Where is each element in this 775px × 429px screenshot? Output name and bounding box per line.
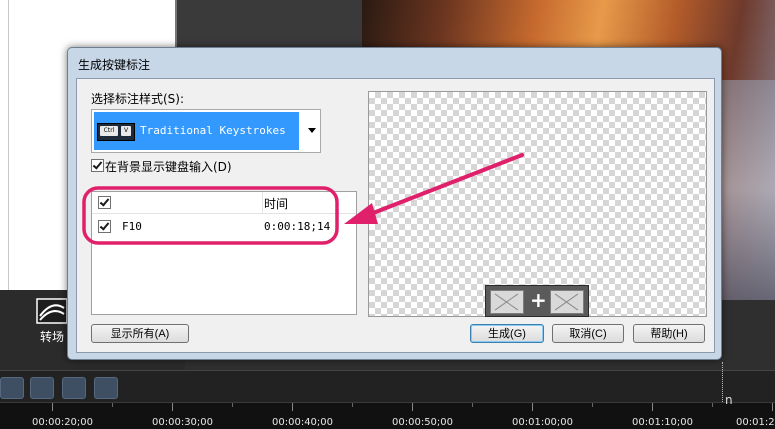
- playhead-guide: [722, 362, 723, 402]
- column-header-key[interactable]: [116, 192, 263, 213]
- callout-style-select[interactable]: Ctrl V Traditional Keystrokes: [91, 109, 321, 153]
- badge-key-v: V: [121, 126, 131, 136]
- show-all-button[interactable]: 显示所有(A): [91, 324, 189, 343]
- ruler-tick: [172, 403, 173, 411]
- timeline-toolbar: [0, 370, 775, 403]
- generate-keystroke-callouts-dialog: 生成按键标注 选择标注样式(S): Ctrl V Traditional Key…: [67, 47, 722, 360]
- ruler-tick-label: 00:01:10;00: [632, 417, 694, 428]
- ruler-tick-label: 00:00:50;00: [392, 417, 454, 428]
- ruler-minor-tick: [472, 403, 473, 407]
- chevron-down-icon[interactable]: [308, 128, 316, 133]
- ruler-tick: [532, 403, 533, 411]
- cancel-button[interactable]: 取消(C): [552, 324, 624, 343]
- cut-icon[interactable]: [0, 377, 24, 399]
- ruler-minor-tick: [352, 403, 353, 407]
- ruler-minor-tick: [712, 403, 713, 407]
- column-header-time[interactable]: 时间: [264, 195, 288, 212]
- timeline-ruler[interactable]: 00:00:20;00 00:00:30;00 00:00:40;00 00:0…: [0, 402, 775, 429]
- selected-style-text: Traditional Keystrokes: [140, 124, 286, 137]
- row-checkbox[interactable]: [98, 220, 111, 233]
- copy-icon[interactable]: [62, 377, 86, 399]
- dialog-body: 选择标注样式(S): Ctrl V Traditional Keystrokes…: [76, 78, 715, 353]
- background-frame: [175, 0, 364, 48]
- row-time: 0:00:18;14: [264, 220, 331, 233]
- ruler-tick-label: 00:01:20: [736, 417, 775, 428]
- generate-button[interactable]: 生成(G): [470, 324, 544, 343]
- keystroke-list[interactable]: 时间 F10 0:00:18;14: [91, 191, 357, 315]
- ruler-tick-label: 00:00:40;00: [272, 417, 334, 428]
- keystroke-callout-sample: +: [485, 285, 589, 317]
- select-all-checkbox[interactable]: [98, 196, 111, 209]
- badge-key-ctrl: Ctrl: [100, 126, 118, 136]
- style-label: 选择标注样式(S):: [91, 92, 185, 106]
- dialog-title: 生成按键标注: [78, 58, 151, 72]
- plus-icon: +: [530, 288, 547, 312]
- ruler-tick-label: 00:00:20;00: [32, 417, 94, 428]
- callout-preview: +: [368, 91, 707, 317]
- help-button[interactable]: 帮助(H): [633, 324, 705, 343]
- ruler-tick: [52, 403, 53, 411]
- ruler-minor-tick: [112, 403, 113, 407]
- list-header: 时间: [92, 192, 356, 214]
- show-bg-input-label: 在背景显示键盘输入(D): [105, 160, 232, 174]
- show-bg-input-checkbox[interactable]: [91, 159, 104, 172]
- selected-style-option[interactable]: Ctrl V Traditional Keystrokes: [94, 112, 299, 150]
- ruler-minor-tick: [232, 403, 233, 407]
- ruler-tick: [412, 403, 413, 411]
- keystroke-style-thumbnail: Ctrl V: [97, 123, 135, 141]
- ruler-tick-label: 00:00:30;00: [152, 417, 214, 428]
- ruler-tick: [292, 403, 293, 411]
- ruler-minor-tick: [592, 403, 593, 407]
- split-icon[interactable]: [30, 377, 54, 399]
- ruler-tick: [772, 403, 773, 411]
- transition-icon: [36, 298, 68, 324]
- ruler-tick-label: 00:01:00;00: [512, 417, 574, 428]
- ruler-tick: [652, 403, 653, 411]
- paste-icon[interactable]: [94, 377, 118, 399]
- ruler-marker: n: [725, 393, 733, 407]
- row-key: F10: [122, 220, 142, 233]
- image-placeholder-icon: [490, 290, 524, 314]
- image-placeholder-icon: [550, 290, 584, 314]
